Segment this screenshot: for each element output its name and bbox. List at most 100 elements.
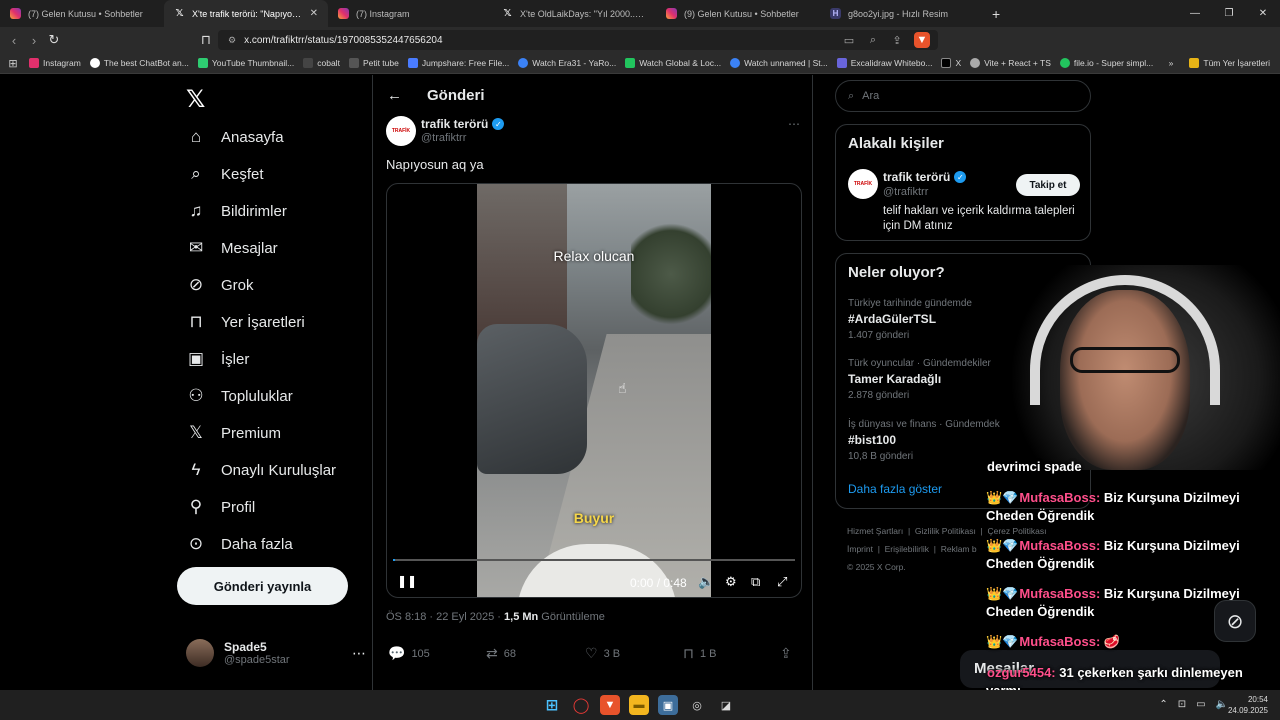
- footer-link[interactable]: Gizlilik Politikası: [915, 526, 976, 536]
- network-icon[interactable]: ⊡: [1178, 699, 1186, 710]
- file-explorer-icon[interactable]: ▬: [629, 695, 649, 715]
- bookmark-item[interactable]: Vite + React + TS: [970, 58, 1051, 68]
- bookmark-item[interactable]: Instagram: [29, 58, 81, 68]
- more-icon[interactable]: ⋯: [352, 645, 366, 662]
- bookmark-item[interactable]: X: [941, 58, 961, 68]
- back-icon[interactable]: ‹: [4, 30, 24, 50]
- close-tab-icon[interactable]: ✕: [310, 8, 318, 19]
- zoom-icon[interactable]: ⌕: [866, 30, 880, 50]
- forward-icon[interactable]: ›: [24, 30, 44, 50]
- nav-item-profile[interactable]: ⚲ Profil: [186, 497, 255, 517]
- apps-icon[interactable]: ⊞: [6, 53, 20, 73]
- photos-icon[interactable]: ▣: [658, 695, 678, 715]
- clock[interactable]: 20:54 24.09.2025: [1228, 694, 1268, 716]
- browser-tab[interactable]: 𝕏 X'te OldLaikDays: "Yıl 2000... Polisle…: [492, 0, 656, 27]
- bookmark-page-icon[interactable]: ⊓: [196, 30, 216, 50]
- site-info-icon[interactable]: ⚙: [228, 35, 236, 46]
- browser-tab[interactable]: H g8oo2yi.jpg - Hızlı Resim: [820, 0, 984, 27]
- close-window-icon[interactable]: ✕: [1246, 0, 1280, 27]
- more-icon[interactable]: ⋯: [788, 117, 800, 131]
- settings-icon[interactable]: ⚙: [725, 574, 737, 590]
- reply-button[interactable]: 💬 105: [388, 645, 430, 662]
- bookmark-item[interactable]: The best ChatBot an...: [89, 58, 189, 68]
- nav-item-notifications[interactable]: ♫ Bildirimler: [186, 201, 287, 221]
- video-progress-bar[interactable]: [393, 559, 795, 561]
- share-icon[interactable]: ⇪: [890, 30, 904, 50]
- brave-shield-icon[interactable]: ▼: [914, 32, 930, 48]
- volume-icon[interactable]: 🔈: [698, 574, 714, 590]
- browser-tab[interactable]: (9) Gelen Kutusu • Sohbetler: [656, 0, 820, 27]
- display-icon[interactable]: ▭: [1196, 699, 1205, 710]
- footer-link[interactable]: İmprint: [847, 544, 873, 554]
- nav-item-more[interactable]: ⊙ Daha fazla: [186, 534, 293, 554]
- fullscreen-icon[interactable]: ⤢: [777, 574, 787, 590]
- chevron-up-icon[interactable]: ⌃: [1159, 699, 1167, 710]
- show-more-link[interactable]: Daha fazla göster: [848, 482, 942, 496]
- bookmark-item[interactable]: Petit tube: [348, 58, 399, 68]
- footer-link[interactable]: Hizmet Şartları: [847, 526, 903, 536]
- nav-item-verified-orgs[interactable]: ϟ Onaylı Kuruluşlar: [186, 460, 337, 480]
- nav-item-messages[interactable]: ✉ Mesajlar: [186, 238, 278, 258]
- browser-tab[interactable]: (7) Instagram: [328, 0, 492, 27]
- url-field[interactable]: ⚙ x.com/trafiktrr/status/197008535244765…: [218, 30, 938, 50]
- chevron-right-icon[interactable]: »: [1169, 58, 1174, 68]
- tweet-author[interactable]: trafik terörü ✓: [421, 117, 505, 131]
- bookmark-item[interactable]: Watch Era31 - YaRo...: [518, 58, 616, 68]
- back-arrow-icon[interactable]: ←: [387, 87, 402, 104]
- retweet-button[interactable]: ⇄ 68: [486, 645, 516, 662]
- relevant-user-name[interactable]: trafik terörü ✓: [883, 170, 967, 184]
- video-player[interactable]: Relax olucan Buyur ☝ ❚❚ 0:00 / 0:48 🔈 ⚙ …: [386, 183, 802, 598]
- nav-item-bookmarks[interactable]: ⊓ Yer İşaretleri: [186, 312, 304, 332]
- trend-item[interactable]: Türkiye tarihinde gündemde #ArdaGülerTSL…: [848, 298, 972, 341]
- bookmark-item[interactable]: YouTube Thumbnail...: [197, 58, 294, 68]
- nav-item-explore[interactable]: ⌕ Keşfet: [186, 164, 263, 184]
- verified-badge-icon: ✓: [954, 171, 967, 183]
- all-bookmarks[interactable]: Tüm Yer İşaretleri: [1189, 58, 1270, 68]
- tweet-time[interactable]: ÖS 8:18 · 22 Eyl 2025 ·: [386, 611, 504, 623]
- footer-link[interactable]: Çerez Politikası: [987, 526, 1046, 536]
- bookmark-item[interactable]: cobalt: [303, 58, 340, 68]
- bookmark-item[interactable]: file.io - Super simpl...: [1059, 58, 1153, 68]
- trend-item[interactable]: Türk oyuncular · Gündemdekiler Tamer Kar…: [848, 358, 991, 401]
- bookmark-item[interactable]: Excalidraw Whitebo...: [836, 58, 932, 68]
- browser-tab-active[interactable]: 𝕏 X'te trafik terörü: "Napıyosun aq ✕: [164, 0, 328, 27]
- bookmark-item[interactable]: Watch unnamed | St...: [730, 58, 828, 68]
- x-logo-icon[interactable]: 𝕏: [186, 85, 205, 114]
- nav-item-home[interactable]: ⌂ Anasayfa: [186, 127, 284, 147]
- nav-item-premium[interactable]: 𝕏 Premium: [186, 423, 281, 443]
- bookmark-item[interactable]: Watch Global & Loc...: [625, 58, 721, 68]
- brave-icon[interactable]: ▼: [600, 695, 620, 715]
- volume-icon[interactable]: 🔈: [1216, 699, 1228, 710]
- bookmark-button[interactable]: ⊓ 1 B: [683, 645, 716, 662]
- instagram-icon: [10, 8, 21, 19]
- maximize-icon[interactable]: ❐: [1212, 0, 1246, 27]
- avatar[interactable]: TRAFİK: [386, 116, 416, 146]
- footer-link[interactable]: Reklam b: [941, 544, 977, 554]
- cast-icon[interactable]: ▭: [842, 30, 856, 50]
- bookmark-item[interactable]: Jumpshare: Free File...: [407, 58, 509, 68]
- post-button[interactable]: Gönderi yayınla: [177, 567, 348, 605]
- pause-icon[interactable]: ❚❚: [397, 574, 417, 588]
- browser-tab[interactable]: (7) Gelen Kutusu • Sohbetler: [0, 0, 164, 27]
- account-switcher[interactable]: Spade5 @spade5star ⋯: [186, 639, 366, 667]
- follow-button[interactable]: Takip et: [1016, 174, 1080, 196]
- windows-start-icon[interactable]: ⊞: [542, 695, 562, 715]
- nav-item-communities[interactable]: ⚇ Topluluklar: [186, 386, 292, 406]
- trend-item[interactable]: İş dünyası ve finans · Gündemdekiler #bi…: [848, 419, 1013, 462]
- opera-icon[interactable]: ◯: [571, 695, 591, 715]
- search-input[interactable]: ⌕ Ara: [835, 80, 1091, 112]
- nav-item-grok[interactable]: ⊘ Grok: [186, 275, 254, 295]
- avatar[interactable]: TRAFİK: [848, 169, 878, 199]
- nav-item-jobs[interactable]: ▣ İşler: [186, 349, 249, 369]
- grok-floating-button[interactable]: ⊘: [1214, 600, 1256, 642]
- footer-link[interactable]: Erişilebilirlik: [885, 544, 929, 554]
- tweet-handle[interactable]: @trafiktrr: [421, 132, 466, 144]
- reload-icon[interactable]: ↻: [44, 30, 64, 50]
- app-icon[interactable]: ◪: [716, 695, 736, 715]
- steam-icon[interactable]: ◎: [687, 695, 707, 715]
- share-button[interactable]: ⇪: [780, 645, 792, 662]
- new-tab-button[interactable]: +: [992, 6, 1000, 22]
- like-button[interactable]: ♡ 3 B: [585, 645, 620, 662]
- minimize-icon[interactable]: —: [1178, 0, 1212, 27]
- pip-icon[interactable]: ⧉: [751, 574, 760, 590]
